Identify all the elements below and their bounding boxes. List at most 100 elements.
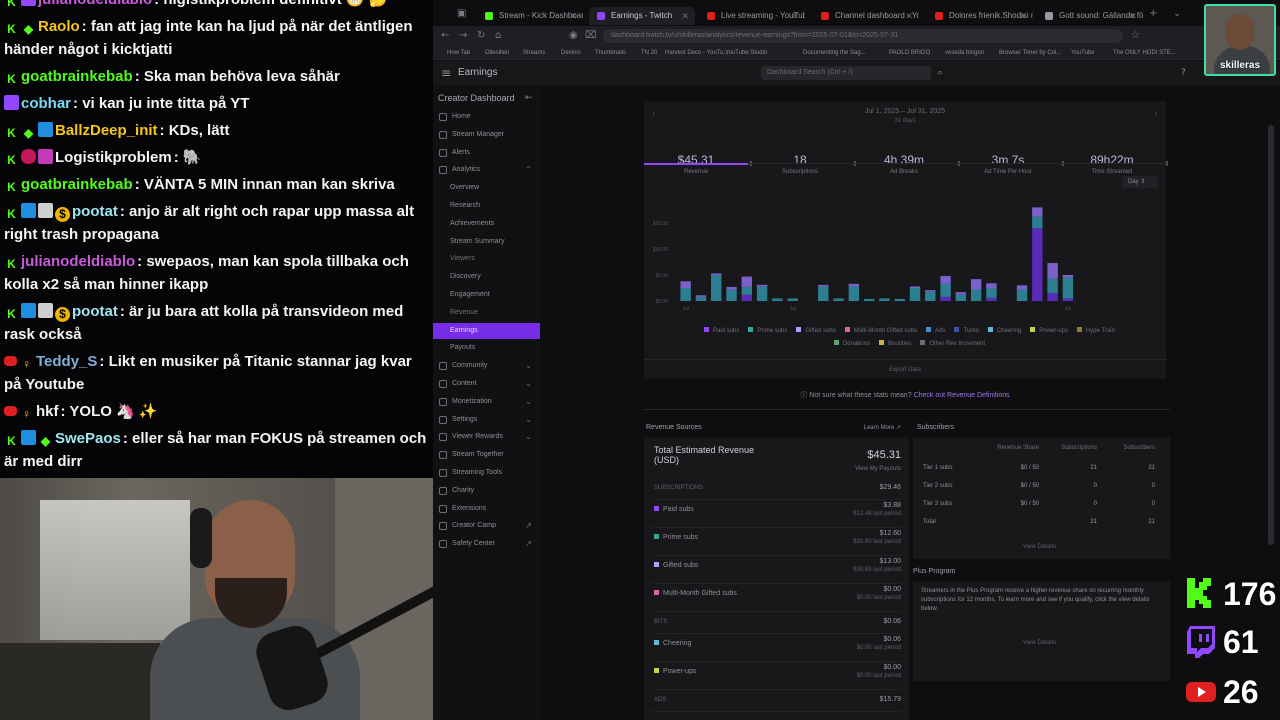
sidebar-item-content[interactable]: Content ⌄ (433, 376, 540, 392)
legend-item[interactable]: Other Rev Increment (920, 340, 985, 347)
close-tab-icon[interactable]: ✕ (791, 7, 799, 25)
chat-username[interactable]: cobhar (21, 95, 71, 112)
forward-icon[interactable]: → (459, 29, 467, 43)
bookmark-item[interactable]: Browser Timer by Col... (999, 47, 1061, 59)
sidebar-item-extensions[interactable]: Extensions (433, 501, 540, 517)
close-tab-icon[interactable]: ✕ (1019, 7, 1027, 25)
bookmark-item[interactable]: Ollesillen (485, 47, 509, 59)
sidebar-item-home[interactable]: Home (433, 109, 540, 125)
legend-item[interactable]: Cheering (987, 327, 1021, 334)
legend-item[interactable]: Hype Train (1076, 327, 1115, 334)
bookmark-item[interactable]: PAOLO BRIGO (889, 47, 930, 59)
sidebar-item-settings[interactable]: Settings ⌄ (433, 412, 540, 428)
bookmark-item[interactable]: YouTube Studio (725, 47, 767, 59)
sidebar-item-community[interactable]: Community ⌄ (433, 358, 540, 374)
chat-username[interactable]: pootat (72, 303, 118, 320)
close-tab-icon[interactable]: ✕ (905, 7, 913, 25)
tab-list-icon[interactable]: ⌄ (1173, 7, 1181, 21)
sidebar-item-safety-center[interactable]: Safety Center ↗ (433, 536, 540, 552)
chat-username[interactable]: Logistikproblem (55, 149, 172, 166)
browser-tab[interactable]: Channel dashboard - YouTube✕ (813, 7, 919, 25)
url-field[interactable]: dashboard.twitch.tv/u/skilleras/analytic… (603, 29, 1123, 43)
browser-tab[interactable]: Live streaming - YouTube Studio✕ (699, 7, 805, 25)
date-range[interactable]: Jul 1, 2025 – Jul 31, 2025 (644, 107, 1166, 117)
sidebar-item-creator-camp[interactable]: Creator Camp ↗ (433, 518, 540, 534)
sidebar-item-discovery[interactable]: Discovery (433, 269, 540, 285)
reload-icon[interactable]: ↻ (477, 29, 485, 43)
home-icon[interactable]: ⌂ (495, 29, 501, 43)
sidebar-item-stream-manager[interactable]: Stream Manager (433, 127, 540, 143)
sidebar-item-stream-together[interactable]: Stream Together (433, 447, 540, 463)
close-tab-icon[interactable]: ✕ (681, 7, 689, 25)
sidebar-item-engagement[interactable]: Engagement (433, 287, 540, 303)
back-icon[interactable]: ← (441, 29, 449, 43)
revenue-definitions-link[interactable]: Check out Revenue Definitions (914, 392, 1010, 399)
sidebar-item-payouts[interactable]: Payouts (433, 340, 540, 356)
legend-item[interactable]: Paid subs (704, 327, 739, 334)
stat-tab-ad-breaks[interactable]: 4h 39m Ad Breaks ⇕ (856, 153, 962, 181)
bookmark-item[interactable]: veseda bingon (945, 47, 984, 59)
stat-tab-ad-time-per-hour[interactable]: 3m 7s Ad Time Per Hour ⇕ (960, 153, 1066, 181)
legend-item[interactable]: Bounties (878, 340, 911, 347)
learn-more-link[interactable]: Learn More ↗ (864, 423, 901, 433)
tab-overview-icon[interactable]: ▣ (457, 7, 466, 21)
view-my-payouts-link[interactable]: View My Payouts (855, 465, 901, 474)
subscribers-view-details-link[interactable]: View Details (909, 543, 1170, 552)
browser-tab[interactable]: Dolores frienik.Shodisi med Fri✕ (927, 7, 1033, 25)
info-icon[interactable]: ◉ (569, 29, 578, 43)
collapse-sidebar-icon[interactable]: ⇤ (525, 92, 533, 104)
page-scrollbar[interactable] (1268, 125, 1274, 545)
chat-username[interactable]: SwePaos (55, 430, 121, 447)
plus-program-view-details-link[interactable]: View Details (909, 639, 1170, 648)
prev-period-icon[interactable]: ‹ (652, 109, 655, 119)
sidebar-item-overview[interactable]: Overview (433, 180, 540, 196)
stat-tab-revenue[interactable]: $45.31 Revenue ⇕ (648, 153, 754, 181)
chat-username[interactable]: Raolo (38, 18, 80, 35)
legend-item[interactable]: Turbo (954, 327, 979, 334)
search-icon[interactable]: ⌕ (933, 66, 947, 80)
chat-username[interactable]: julianodeldiablo (38, 0, 152, 8)
sidebar-item-alerts[interactable]: Alerts (433, 145, 540, 161)
browser-tab[interactable]: Stream - Kick Dashboard ✕ (477, 7, 583, 25)
close-tab-icon[interactable]: ✕ (1129, 7, 1137, 25)
browser-tab[interactable]: Gott sound: Gällande förnyeme✕ (1037, 7, 1143, 25)
bookmark-item[interactable]: Thumbnails (595, 47, 626, 59)
legend-item[interactable]: Donations (833, 340, 870, 347)
sidebar-item-stream-summary[interactable]: Stream Summary (433, 234, 540, 250)
granularity-select[interactable]: Day ⇕ (1122, 176, 1158, 188)
menu-icon[interactable]: ≡ (441, 67, 451, 79)
legend-item[interactable]: Power-ups (1030, 327, 1068, 334)
chat-username[interactable]: goatbrainkebab (21, 176, 133, 193)
sidebar-item-viewer-rewards[interactable]: Viewer Rewards ⌄ (433, 429, 540, 445)
legend-item[interactable]: Gifted subs (796, 327, 836, 334)
bookmark-item[interactable]: Streams (523, 47, 545, 59)
chat-username[interactable]: goatbrainkebab (21, 68, 133, 85)
dashboard-search-input[interactable]: Dashboard Search (Ctrl + /) (761, 66, 931, 80)
sidebar-item-monetization[interactable]: Monetization ⌄ (433, 394, 540, 410)
bookmark-item[interactable]: YouTube (1071, 47, 1095, 59)
bookmark-star-icon[interactable]: ☆ (1131, 29, 1140, 43)
browser-tab[interactable]: Earnings - Twitch ✕ (589, 7, 695, 25)
bookmark-item[interactable]: Harvest Deco - YouTu... (665, 47, 728, 59)
close-tab-icon[interactable]: ✕ (569, 7, 577, 25)
bookmark-item[interactable]: Devinci (561, 47, 581, 59)
legend-item[interactable]: Ads (926, 327, 945, 334)
sidebar-item-achievements[interactable]: Achievements (433, 216, 540, 232)
chat-username[interactable]: BallzDeep_init (55, 122, 158, 139)
sidebar-item-analytics[interactable]: Analytics ⌃ (433, 162, 540, 178)
chat-username[interactable]: pootat (72, 203, 118, 220)
help-icon[interactable]: ? (1181, 67, 1186, 79)
sidebar-item-research[interactable]: Research (433, 198, 540, 214)
chat-username[interactable]: Teddy_S (36, 353, 97, 370)
legend-item[interactable]: Multi-Month Gifted subs (844, 327, 917, 334)
bookmark-item[interactable]: Documenting the Sag... (803, 47, 866, 59)
export-data-button[interactable]: Export Data (644, 366, 1166, 375)
chat-username[interactable]: hkf (36, 403, 59, 420)
sidebar-item-streaming-tools[interactable]: Streaming Tools (433, 465, 540, 481)
stat-tab-subscriptions[interactable]: 18 Subscriptions ⇕ (752, 153, 858, 181)
bookmark-item[interactable]: How Tab (447, 47, 470, 59)
next-period-icon[interactable]: › (1155, 109, 1158, 119)
chat-username[interactable]: julianodeldiablo (21, 253, 135, 270)
bookmark-item[interactable]: TN 20 (641, 47, 657, 59)
legend-item[interactable]: Prime subs (748, 327, 787, 334)
